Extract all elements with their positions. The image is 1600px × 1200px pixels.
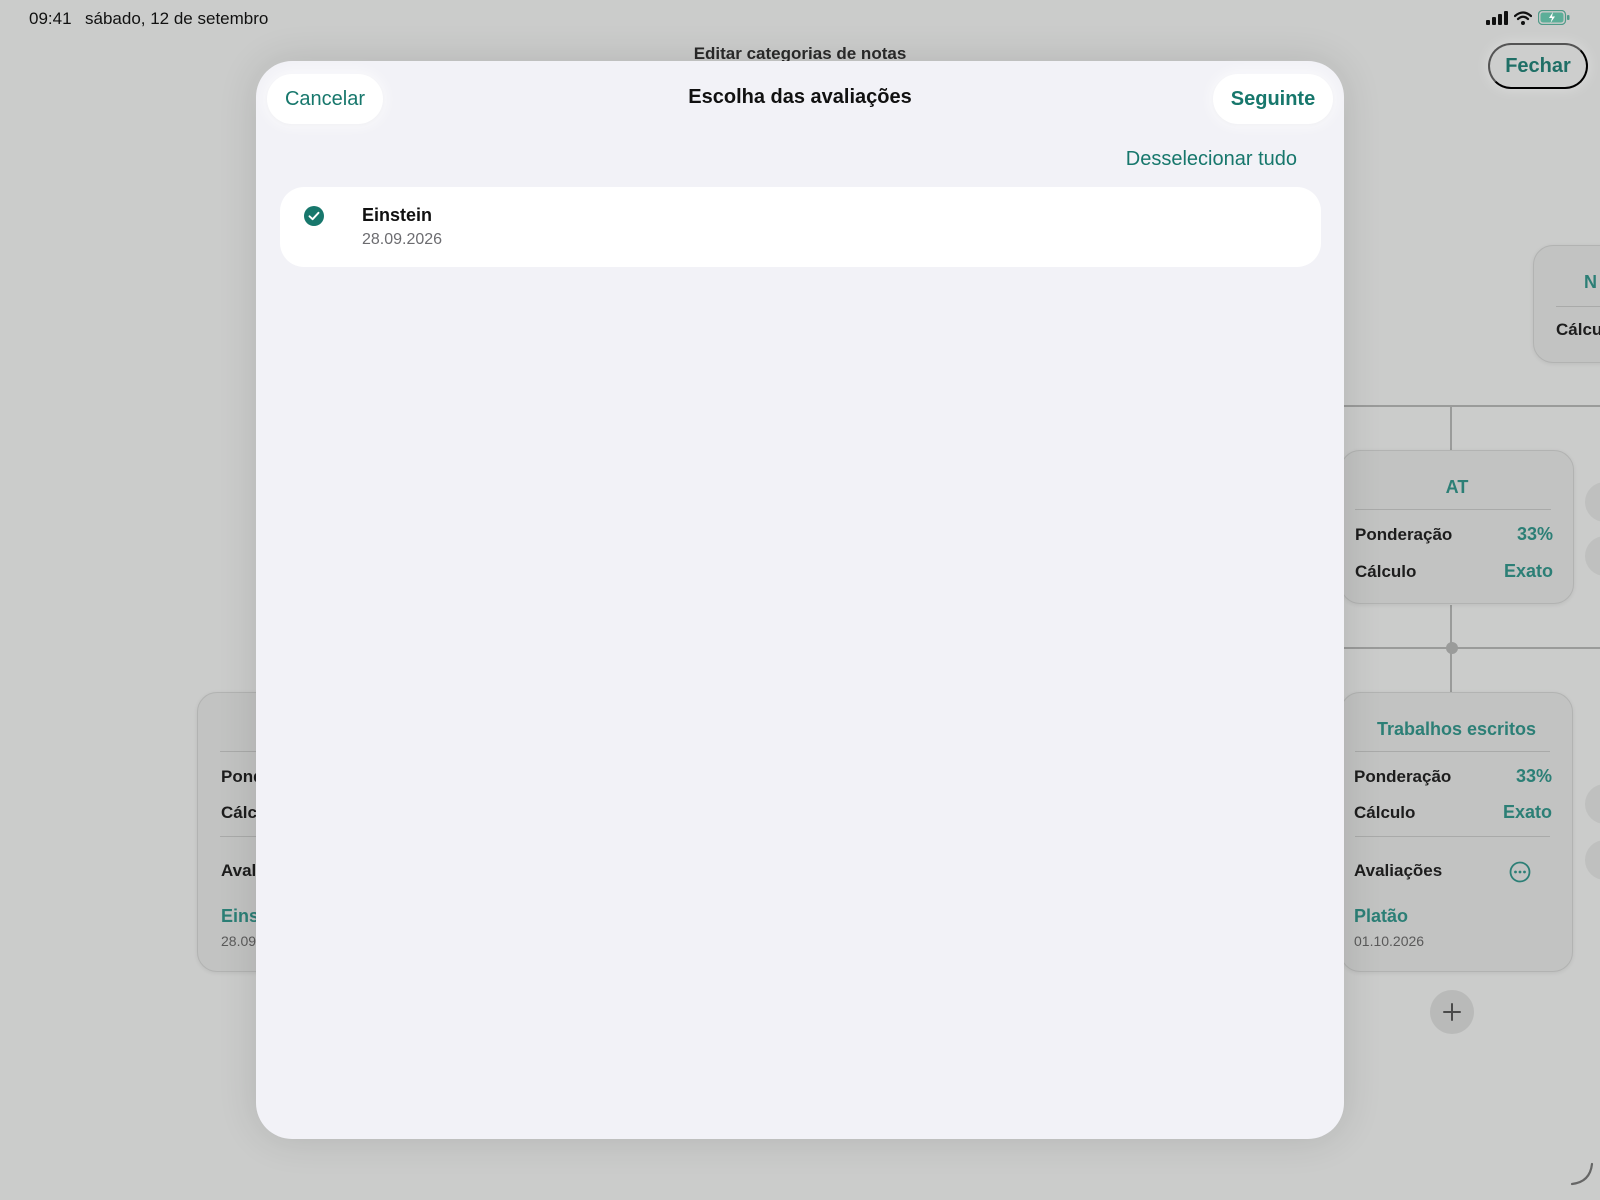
- assessments-label: Aval: [221, 861, 257, 880]
- calc-label: Cálcu: [1556, 320, 1600, 339]
- checkmark-circle-icon[interactable]: [304, 206, 324, 226]
- deselect-all-button[interactable]: Desselecionar tudo: [1126, 148, 1297, 171]
- connector-line: [1340, 647, 1600, 649]
- assessment-date: 01.10.2026: [1354, 933, 1425, 949]
- assessment-link[interactable]: Eins: [221, 906, 259, 927]
- divider: [1355, 751, 1550, 752]
- calc-label: Cálculo: [1355, 562, 1417, 581]
- divider: [1355, 836, 1550, 837]
- calc-value[interactable]: Exato: [1504, 561, 1553, 582]
- next-button[interactable]: Seguinte: [1213, 74, 1333, 124]
- battery-charging-icon: [1538, 10, 1570, 25]
- add-category-button[interactable]: [1430, 990, 1474, 1034]
- divider: [1556, 306, 1600, 307]
- close-button[interactable]: Fechar: [1488, 43, 1588, 89]
- connector-line: [1340, 405, 1600, 407]
- list-item[interactable]: Einstein 28.09.2026: [280, 187, 1321, 267]
- status-icons: [1486, 10, 1570, 25]
- connector-node: [1446, 642, 1458, 654]
- category-card-written[interactable]: Trabalhos escritos Ponderação 33% Cálcul…: [1340, 692, 1573, 972]
- side-action-button[interactable]: [1585, 482, 1600, 522]
- side-action-button[interactable]: [1585, 784, 1600, 824]
- calc-label: Cálculo: [1354, 803, 1416, 822]
- assessment-list: Einstein 28.09.2026: [280, 187, 1321, 267]
- category-title: Trabalhos escritos: [1376, 719, 1537, 739]
- calc-label: Cálc: [221, 803, 257, 822]
- weight-value[interactable]: 33%: [1516, 766, 1552, 787]
- side-action-button[interactable]: [1585, 536, 1600, 576]
- status-time: 09:41: [29, 9, 72, 28]
- cellular-signal-icon: [1486, 10, 1508, 25]
- assessment-date: 28.09: [221, 933, 257, 949]
- plus-icon: [1443, 1003, 1461, 1021]
- weight-label: Ponderação: [1355, 525, 1453, 544]
- weight-label: Ponderação: [1354, 767, 1452, 786]
- wifi-icon: [1514, 10, 1532, 25]
- modal-title: Escolha das avaliações: [688, 86, 912, 108]
- calc-value[interactable]: Exato: [1503, 802, 1552, 823]
- weight-value[interactable]: 33%: [1517, 524, 1553, 545]
- category-card-top[interactable]: N Cálcu: [1533, 245, 1600, 363]
- resize-handle-icon[interactable]: [1570, 1162, 1594, 1186]
- assessment-date: 28.09.2026: [362, 231, 443, 248]
- assessment-selection-modal: Cancelar Escolha das avaliações Seguinte…: [256, 61, 1344, 1139]
- connector-line: [1450, 405, 1452, 450]
- more-options-icon[interactable]: [1509, 861, 1531, 883]
- assessment-name: Einstein: [362, 205, 433, 225]
- side-action-button[interactable]: [1585, 840, 1600, 880]
- category-title: AT: [1445, 477, 1469, 497]
- assessment-link[interactable]: Platão: [1354, 906, 1408, 927]
- category-card-at[interactable]: AT Ponderação 33% Cálculo Exato: [1340, 450, 1574, 604]
- divider: [1355, 509, 1551, 510]
- assessments-label: Avaliações: [1354, 861, 1443, 880]
- status-date: sábado, 12 de setembro: [85, 9, 269, 28]
- category-title: N: [1584, 272, 1597, 292]
